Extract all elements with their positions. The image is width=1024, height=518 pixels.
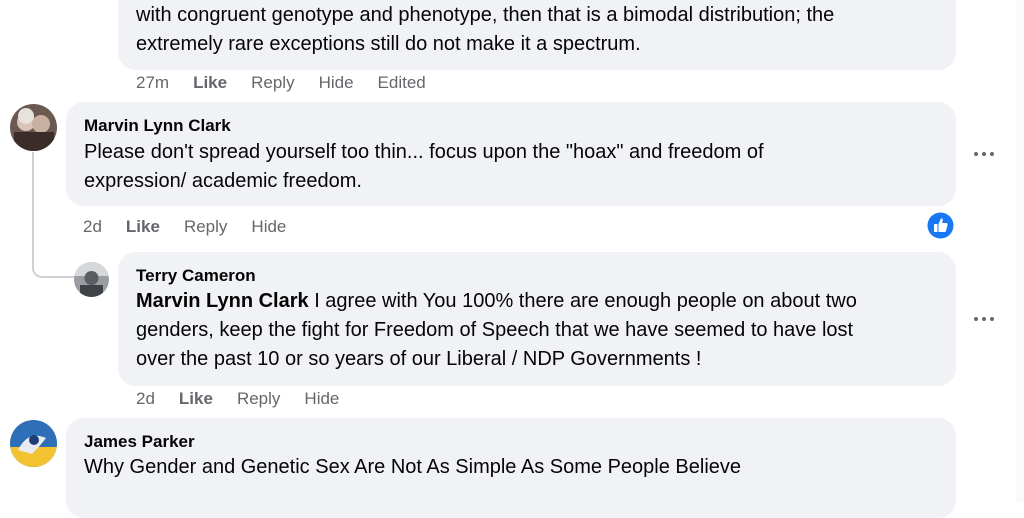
comment-text-line: with congruent genotype and phenotype, t… (136, 4, 835, 26)
comment-bubble: Marvin Lynn Clark Please don't spread yo… (66, 102, 956, 206)
hide-button[interactable]: Hide (319, 73, 354, 93)
comment-actions: 2d Like Reply Hide (83, 217, 310, 237)
avatar[interactable] (10, 104, 57, 151)
reply-button[interactable]: Reply (237, 389, 280, 409)
comment-text: Marvin Lynn Clark I agree with You 100% … (136, 287, 857, 374)
like-button[interactable]: Like (193, 73, 227, 93)
comment-text-line: extremely rare exceptions still do not m… (136, 33, 641, 55)
comment-author[interactable]: James Parker (84, 431, 195, 453)
comment-timestamp[interactable]: 27m (136, 73, 169, 93)
more-options-button[interactable] (974, 150, 996, 158)
comment-actions: 27m Like Reply Hide Edited (136, 73, 450, 93)
hide-button[interactable]: Hide (251, 217, 286, 237)
comment-bubble: James Parker Why Gender and Genetic Sex … (66, 418, 956, 518)
comment-text: Please don't spread yourself too thin...… (84, 138, 764, 196)
comment-text-line: Please don't spread yourself too thin...… (84, 141, 764, 163)
comment-author[interactable]: Marvin Lynn Clark (84, 115, 231, 137)
thumbs-up-icon[interactable] (927, 212, 954, 239)
avatar[interactable] (10, 420, 57, 467)
comment-timestamp[interactable]: 2d (136, 389, 155, 409)
reply-button[interactable]: Reply (251, 73, 294, 93)
comment-author[interactable]: Terry Cameron (136, 265, 256, 287)
reply-button[interactable]: Reply (184, 217, 227, 237)
comment-text: with congruent genotype and phenotype, t… (136, 1, 834, 59)
comment-actions: 2d Like Reply Hide (136, 389, 363, 409)
more-options-button[interactable] (974, 315, 996, 323)
mention-link[interactable]: Marvin Lynn Clark (136, 290, 309, 312)
hide-button[interactable]: Hide (304, 389, 339, 409)
scrollbar-track[interactable] (1016, 0, 1024, 503)
edited-label[interactable]: Edited (378, 73, 426, 93)
thread-connector (32, 152, 74, 278)
comment-bubble: Terry Cameron Marvin Lynn Clark I agree … (118, 252, 956, 386)
like-button[interactable]: Like (179, 389, 213, 409)
avatar[interactable] (74, 262, 109, 297)
comment-timestamp[interactable]: 2d (83, 217, 102, 237)
comment-bubble: with congruent genotype and phenotype, t… (118, 0, 956, 70)
comment-text-line: genders, keep the fight for Freedom of S… (136, 319, 854, 341)
comment-text: Why Gender and Genetic Sex Are Not As Si… (84, 453, 741, 482)
like-button[interactable]: Like (126, 217, 160, 237)
comment-text-line: Why Gender and Genetic Sex Are Not As Si… (84, 456, 742, 478)
comment-text-line: over the past 10 or so years of our Libe… (136, 348, 702, 370)
comment-text-line: I agree with You 100% there are enough p… (308, 290, 857, 312)
comment-text-line: expression/ academic freedom. (84, 170, 362, 192)
